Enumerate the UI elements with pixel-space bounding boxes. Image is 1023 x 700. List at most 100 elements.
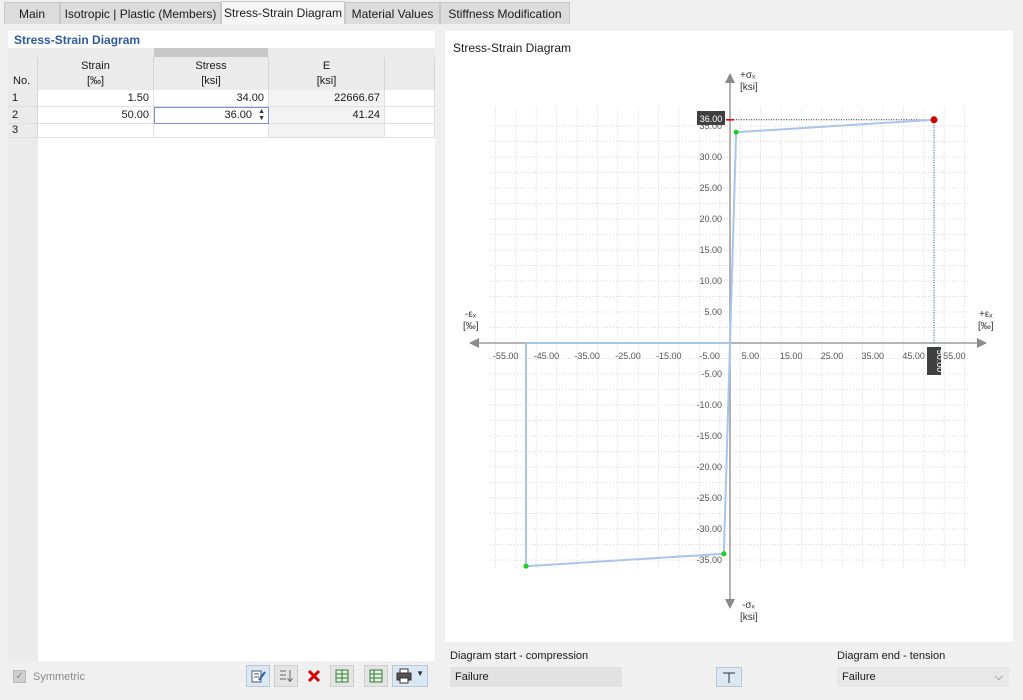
edit-icon: [251, 670, 266, 683]
import-button[interactable]: [364, 665, 388, 687]
diagram-end-select[interactable]: Failure ⌵: [837, 667, 1009, 687]
y-tick-label: -10.00: [696, 400, 722, 410]
column-header-strain[interactable]: Strain [‰]: [38, 57, 154, 90]
y-tick-label: 10.00: [699, 276, 722, 286]
stress-spin-value: 36.00: [224, 109, 252, 121]
cell-stress[interactable]: 34.00: [154, 90, 269, 107]
header-strip: [268, 48, 435, 57]
row-header-strip: [8, 138, 38, 661]
cell-stress-editing[interactable]: 36.00 ▲ ▼: [154, 107, 269, 124]
axis-cross-icon: [723, 672, 735, 683]
print-button[interactable]: ▼: [392, 665, 428, 687]
header-strip: [8, 48, 38, 57]
row-number[interactable]: 3: [8, 124, 38, 138]
tab-bar: Main Isotropic | Plastic (Members) Stres…: [0, 0, 1023, 24]
chevron-down-icon[interactable]: ⌵: [995, 667, 1003, 687]
row-number[interactable]: 2: [8, 107, 38, 124]
diagram-panel: Stress-Strain Diagram -55.00 -45.00 -35.00…: [445, 31, 1013, 692]
tab-stiffness-modification[interactable]: Stiffness Modification: [440, 2, 570, 24]
diagram-axis-button[interactable]: [716, 667, 742, 687]
y-axis-unit-bottom: [ksi]: [740, 612, 758, 623]
diagram-options: Diagram start - compression Failure Diag…: [445, 642, 1013, 692]
sort-button[interactable]: [274, 665, 298, 687]
cell-strain[interactable]: 50.00: [38, 107, 154, 124]
y-axis-unit-top: [ksi]: [740, 82, 758, 93]
tab-isotropic-plastic[interactable]: Isotropic | Plastic (Members): [60, 2, 221, 24]
x-tick-label: 5.00: [742, 351, 760, 361]
y-axis-arrow-pos-icon: [725, 73, 735, 83]
diagram-end-label: Diagram end - tension: [837, 650, 946, 662]
column-header-e[interactable]: E [ksi]: [269, 57, 385, 90]
export-button[interactable]: [330, 665, 354, 687]
x-tick-label: 45.00: [902, 351, 925, 361]
cell-e: [269, 124, 385, 138]
cell-e: 41.24: [269, 107, 385, 124]
x-axis-unit-left: [‰]: [463, 321, 479, 332]
x-tick-label: -45.00: [534, 351, 560, 361]
cell-strain[interactable]: [38, 124, 154, 138]
column-header-empty: [385, 57, 435, 90]
import-icon: [369, 669, 383, 683]
y-axis-pos-label: +σₓ: [740, 70, 756, 81]
x-axis-arrow-neg-icon: [469, 338, 479, 348]
strain-value-badge-text: 50.00: [935, 350, 945, 373]
tab-material-values[interactable]: Material Values: [345, 2, 440, 24]
x-tick-label: -5.00: [699, 351, 720, 361]
edit-button[interactable]: [246, 665, 270, 687]
strain-value-badge: 50.00: [927, 347, 945, 375]
y-tick-label: 30.00: [699, 152, 722, 162]
table-title: Stress-Strain Diagram: [14, 33, 141, 47]
row-number[interactable]: 1: [8, 90, 38, 107]
sort-icon: [280, 670, 293, 683]
symmetric-label: Symmetric: [33, 671, 85, 683]
export-icon: [335, 669, 349, 683]
diagram-start-field[interactable]: Failure: [450, 667, 622, 687]
column-header-label: No.: [13, 75, 31, 87]
x-tick-label: -55.00: [493, 351, 519, 361]
cell-empty: [385, 124, 435, 138]
y-tick-label: -20.00: [696, 462, 722, 472]
stress-value-badge: 36.00: [697, 111, 725, 125]
delete-button[interactable]: [302, 665, 326, 687]
y-tick-label: -25.00: [696, 493, 722, 503]
cell-e: 22666.67: [269, 90, 385, 107]
column-selected-indicator: [154, 48, 268, 57]
y-tick-label: -15.00: [696, 431, 722, 441]
column-header-stress[interactable]: Stress [ksi]: [154, 57, 269, 90]
x-axis-neg-label: -εₓ: [465, 309, 477, 320]
x-tick-label: 15.00: [780, 351, 803, 361]
table-toolbar: ✓ Symmetric ▼: [8, 661, 435, 692]
x-tick-label: -15.00: [656, 351, 682, 361]
curve-point: [721, 551, 727, 557]
tab-main[interactable]: Main: [4, 2, 60, 24]
x-axis-arrow-pos-icon: [977, 338, 987, 348]
table-panel: Stress-Strain Diagram No. Strain [‰] Str…: [8, 31, 435, 692]
cell-stress[interactable]: [154, 124, 269, 138]
print-icon: [396, 668, 412, 684]
x-tick-label: 55.00: [943, 351, 966, 361]
symmetric-checkbox[interactable]: ✓: [13, 670, 26, 683]
header-strip: [38, 48, 154, 57]
column-header-unit: [‰]: [86, 75, 105, 87]
cell-strain[interactable]: 1.50: [38, 90, 154, 107]
column-header-label: E: [322, 60, 331, 72]
column-header-label: Strain: [81, 60, 110, 72]
spin-arrows-icon[interactable]: ▲ ▼: [258, 108, 265, 122]
x-tick-label: 25.00: [821, 351, 844, 361]
column-header-unit: [ksi]: [201, 75, 221, 87]
stress-strain-chart[interactable]: -55.00 -45.00 -35.00 -25.00 -15.00 -5.00 5.00 1…: [445, 31, 1013, 631]
chevron-down-icon[interactable]: ▼: [416, 669, 424, 678]
diagram-start-label: Diagram start - compression: [450, 650, 589, 662]
y-tick-label: -30.00: [696, 524, 722, 534]
diagram-end-select-value: Failure: [842, 671, 876, 683]
y-tick-label: 25.00: [699, 183, 722, 193]
cell-empty: [385, 90, 435, 107]
y-tick-label: 5.00: [704, 307, 722, 317]
stress-value-badge-text: 36.00: [700, 114, 723, 124]
curve-point: [733, 129, 739, 135]
x-tick-label: -25.00: [615, 351, 641, 361]
chart-axes: [469, 73, 987, 609]
y-axis-arrow-neg-icon: [725, 599, 735, 609]
x-axis-pos-label: +εₓ: [979, 309, 993, 320]
tab-stress-strain-diagram[interactable]: Stress-Strain Diagram: [221, 1, 345, 24]
